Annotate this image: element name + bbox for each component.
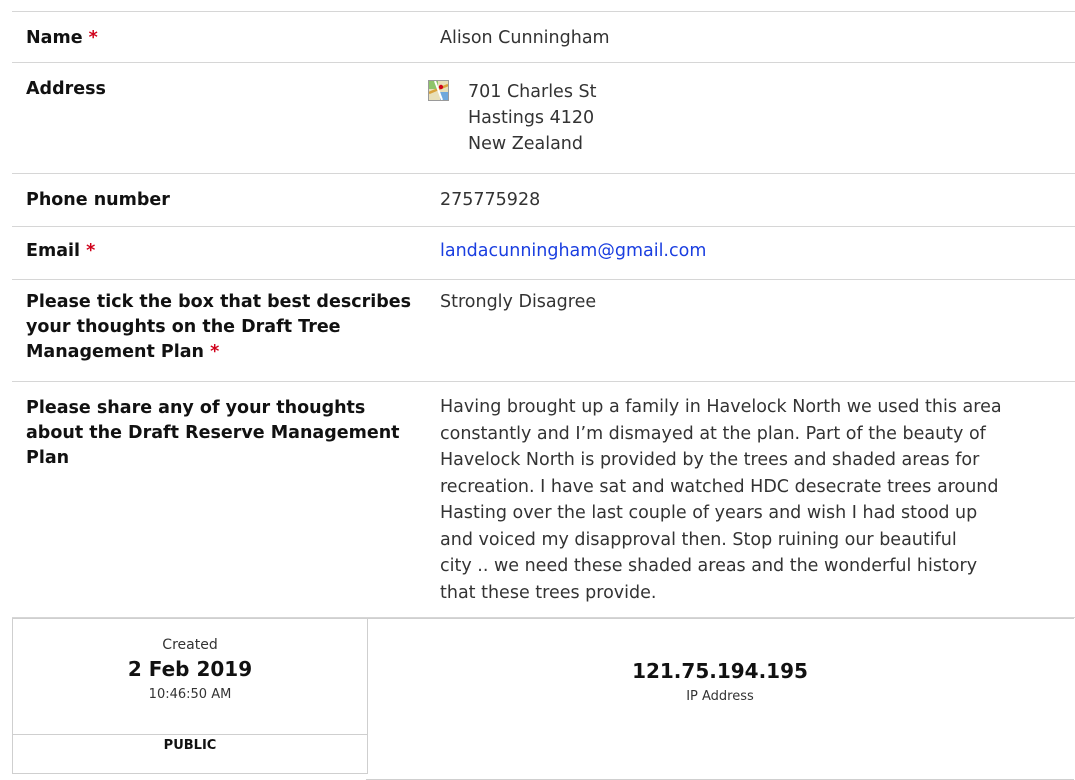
- required-marker: *: [86, 241, 96, 261]
- field-label-email: Email *: [26, 239, 426, 263]
- thoughts-line: Having brought up a family in Havelock N…: [440, 397, 1002, 417]
- address-line-street: 701 Charles St: [468, 82, 597, 102]
- ip-box: 121.75.194.195 IP Address: [366, 618, 1074, 780]
- name-label-text: Name: [26, 28, 83, 48]
- created-label: Created: [162, 637, 218, 653]
- field-label-address: Address: [26, 79, 106, 99]
- created-time: 10:46:50 AM: [148, 687, 232, 702]
- required-marker: *: [88, 28, 98, 48]
- field-value-thoughts: Having brought up a family in Havelock N…: [440, 394, 1075, 606]
- field-value-phone: 275775928: [440, 190, 541, 210]
- field-label-phone: Phone number: [26, 190, 170, 210]
- field-row-name: Name * Alison Cunningham: [12, 12, 1075, 63]
- visibility-label: PUBLIC: [163, 738, 217, 753]
- thoughts-line: that these trees provide.: [440, 582, 657, 603]
- thoughts-line: Hasting over the last couple of years an…: [440, 503, 978, 523]
- field-value-name: Alison Cunningham: [440, 28, 610, 48]
- thoughts-line: constantly and I’m dismayed at the plan.…: [440, 423, 986, 444]
- address-line-country: New Zealand: [468, 134, 583, 154]
- field-row-email: Email * landacunningham@gmail.com: [12, 227, 1075, 280]
- address-block: 701 Charles St Hastings 4120 New Zealand: [468, 79, 596, 157]
- field-label-tick: Please tick the box that best describes …: [26, 290, 426, 365]
- created-date: 2 Feb 2019: [127, 657, 253, 681]
- required-marker: *: [210, 342, 220, 362]
- email-link[interactable]: landacunningham@gmail.com: [440, 241, 706, 261]
- field-label-name: Name *: [26, 26, 426, 50]
- thoughts-label-line2: about the Draft Reserve Management: [26, 423, 400, 443]
- visibility-box: PUBLIC: [12, 733, 368, 774]
- tick-label-text: Management Plan: [26, 342, 204, 362]
- map-icon[interactable]: [428, 80, 449, 101]
- field-value-email: landacunningham@gmail.com: [440, 239, 1075, 263]
- created-box: Created 2 Feb 2019 10:46:50 AM: [12, 618, 368, 735]
- thoughts-label-line1: Please share any of your thoughts: [26, 398, 366, 418]
- thoughts-line: Havelock North is provided by the trees …: [440, 450, 980, 470]
- field-label-thoughts: Please share any of your thoughts about …: [26, 396, 426, 471]
- thoughts-label-line3: Plan: [26, 448, 70, 468]
- thoughts-line: recreation. I have sat and watched HDC d…: [440, 476, 999, 497]
- thoughts-line: city .. we need these shaded areas and t…: [440, 556, 978, 576]
- tick-label-line1: Please tick the box that best describes: [26, 292, 412, 312]
- field-row-thoughts: Please share any of your thoughts about …: [12, 382, 1075, 618]
- tick-label-line3: Management Plan *: [26, 340, 426, 365]
- thoughts-line: and voiced my disapproval then. Stop rui…: [440, 529, 957, 550]
- ip-address-label: IP Address: [686, 689, 754, 704]
- field-row-phone: Phone number 275775928: [12, 174, 1075, 227]
- tick-label-line2: your thoughts on the Draft Tree: [26, 317, 341, 337]
- field-value-tick: Strongly Disagree: [440, 292, 597, 312]
- field-row-tick: Please tick the box that best describes …: [12, 280, 1075, 382]
- ip-address-value: 121.75.194.195: [632, 659, 808, 683]
- email-label-text: Email: [26, 241, 80, 261]
- address-line-city: Hastings 4120: [468, 108, 595, 128]
